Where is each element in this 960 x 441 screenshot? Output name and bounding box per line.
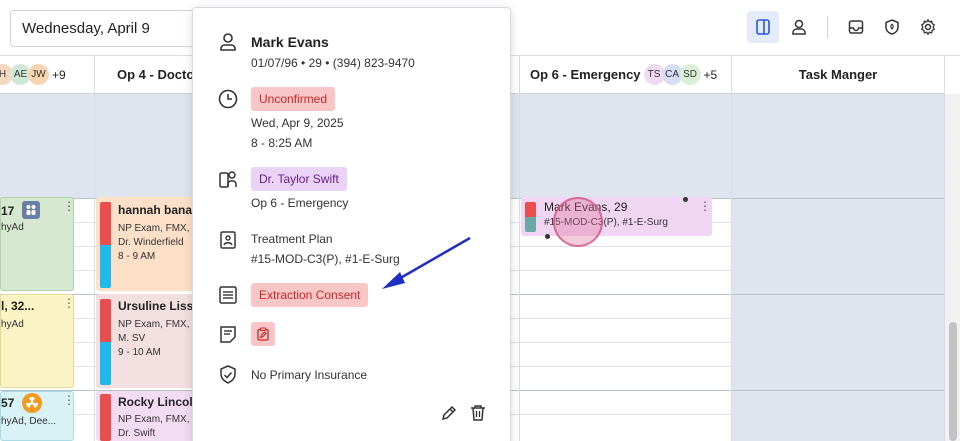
status-bar	[525, 202, 536, 232]
more-providers-count[interactable]: +5	[704, 68, 718, 82]
appointment-card[interactable]: 57 hyAd, Dee... ⋮	[0, 391, 74, 441]
appointment-provider: Dr. Swift	[118, 428, 156, 439]
delete-button[interactable]	[468, 403, 488, 423]
appointment-provider: M. SV	[118, 333, 146, 344]
appointment-time: 8 - 9 AM	[118, 251, 156, 262]
shield-check-icon	[220, 365, 236, 384]
appointment-codes: hyAd	[1, 319, 24, 330]
clock-icon	[218, 89, 238, 109]
edit-button[interactable]	[439, 403, 459, 423]
patient-icon	[220, 33, 236, 51]
appointment-codes: NP Exam, FMX,	[118, 319, 190, 330]
family-icon	[22, 201, 40, 219]
column-header-op6[interactable]: Op 6 - Emergency TS CA SD +5	[520, 56, 732, 94]
more-providers-count[interactable]: +9	[52, 68, 66, 82]
add-note-button[interactable]	[251, 322, 275, 346]
status-bar	[100, 394, 111, 441]
date-selector[interactable]: Wednesday, April 9	[10, 10, 210, 47]
appointment-card[interactable]: Ursuline Liss NP Exam, FMX, M. SV 9 - 10…	[96, 294, 196, 388]
resize-handle[interactable]	[545, 234, 550, 239]
kebab-menu-icon[interactable]: ⋮	[63, 200, 73, 212]
appointment-provider: Dr. Winderfield	[118, 237, 184, 248]
scrollbar-thumb[interactable]	[949, 322, 957, 441]
appointment-time: 8 - 8:25 AM	[251, 136, 313, 150]
column-header-task-manager[interactable]: Task Manger	[732, 56, 945, 94]
appointment-codes: hyAd, Dee...	[1, 416, 57, 427]
column-header-provider-1[interactable]: H AE JW +9	[0, 56, 95, 94]
appointment-codes: NP Exam, FMX,	[118, 223, 190, 234]
status-bar	[100, 202, 111, 288]
avatar[interactable]: SD	[679, 64, 701, 85]
treatment-plan-label: Treatment Plan	[251, 232, 333, 246]
appointment-date: Wed, Apr 9, 2025	[251, 116, 344, 130]
appointment-card[interactable]: Rocky Lincol NP Exam, FMX, Dr. Swift	[96, 391, 196, 441]
appointment-codes: NP Exam, FMX,	[118, 414, 190, 425]
notes-icon	[220, 326, 236, 343]
appointment-patient: Rocky Lincol	[118, 395, 193, 409]
patient-name[interactable]: Mark Evans	[251, 34, 329, 50]
kebab-menu-icon[interactable]: ⋮	[63, 297, 73, 309]
appointment-card[interactable]: l, 32... hyAd ⋮	[0, 294, 74, 388]
column-title: Task Manger	[798, 67, 878, 82]
appointment-patient: l, 32...	[1, 299, 35, 313]
provider-icon	[219, 171, 237, 188]
forms-icon	[219, 286, 237, 304]
avatar[interactable]: JW	[28, 64, 49, 85]
treatment-plan-icon	[220, 231, 236, 249]
appointment-card[interactable]: 17 hyAd ⋮	[0, 197, 74, 291]
status-bar	[100, 299, 111, 385]
appointment-patient: 17	[1, 204, 15, 218]
sidebar-panel-icon[interactable]	[747, 11, 779, 43]
patient-details: 01/07/96 • 29 • (394) 823-9470	[251, 56, 415, 70]
appointment-patient: 57	[1, 396, 15, 410]
appointment-details-popover: Mark Evans 01/07/96 • 29 • (394) 823-947…	[192, 7, 511, 441]
appointment-card[interactable]: hannah bana NP Exam, FMX, Dr. Winderfiel…	[96, 197, 196, 291]
status-badge[interactable]: Unconfirmed	[251, 87, 336, 111]
toolbar-divider	[827, 16, 828, 38]
gear-icon[interactable]	[912, 11, 944, 43]
appointment-card-selected[interactable]: Mark Evans, 29 #15-MOD-C3(P), #1-E-Surg …	[521, 197, 712, 236]
radiation-icon	[22, 393, 42, 413]
trash-icon	[471, 405, 485, 421]
annotation-arrow	[382, 236, 471, 289]
insurance-status: No Primary Insurance	[251, 368, 368, 382]
form-badge-extraction-consent[interactable]: Extraction Consent	[251, 283, 369, 307]
user-icon[interactable]	[783, 11, 815, 43]
click-indicator	[553, 197, 603, 247]
shield-icon[interactable]	[876, 11, 908, 43]
clipboard-edit-icon	[257, 327, 269, 341]
operatory: Op 6 - Emergency	[251, 196, 349, 210]
pencil-icon	[441, 405, 457, 421]
appointment-time: 9 - 10 AM	[118, 347, 161, 358]
kebab-menu-icon[interactable]: ⋮	[63, 394, 73, 406]
appointment-patient: hannah bana	[118, 203, 193, 217]
column-title: Op 6 - Emergency	[530, 67, 641, 82]
appointment-codes: hyAd	[1, 222, 24, 233]
resize-handle[interactable]	[683, 197, 688, 202]
column-title: Op 4 - Docto	[117, 67, 195, 82]
kebab-menu-icon[interactable]: ⋮	[699, 200, 711, 212]
provider-badge[interactable]: Dr. Taylor Swift	[251, 167, 347, 191]
inbox-icon[interactable]	[840, 11, 872, 43]
appointment-patient: Ursuline Liss	[118, 299, 194, 313]
